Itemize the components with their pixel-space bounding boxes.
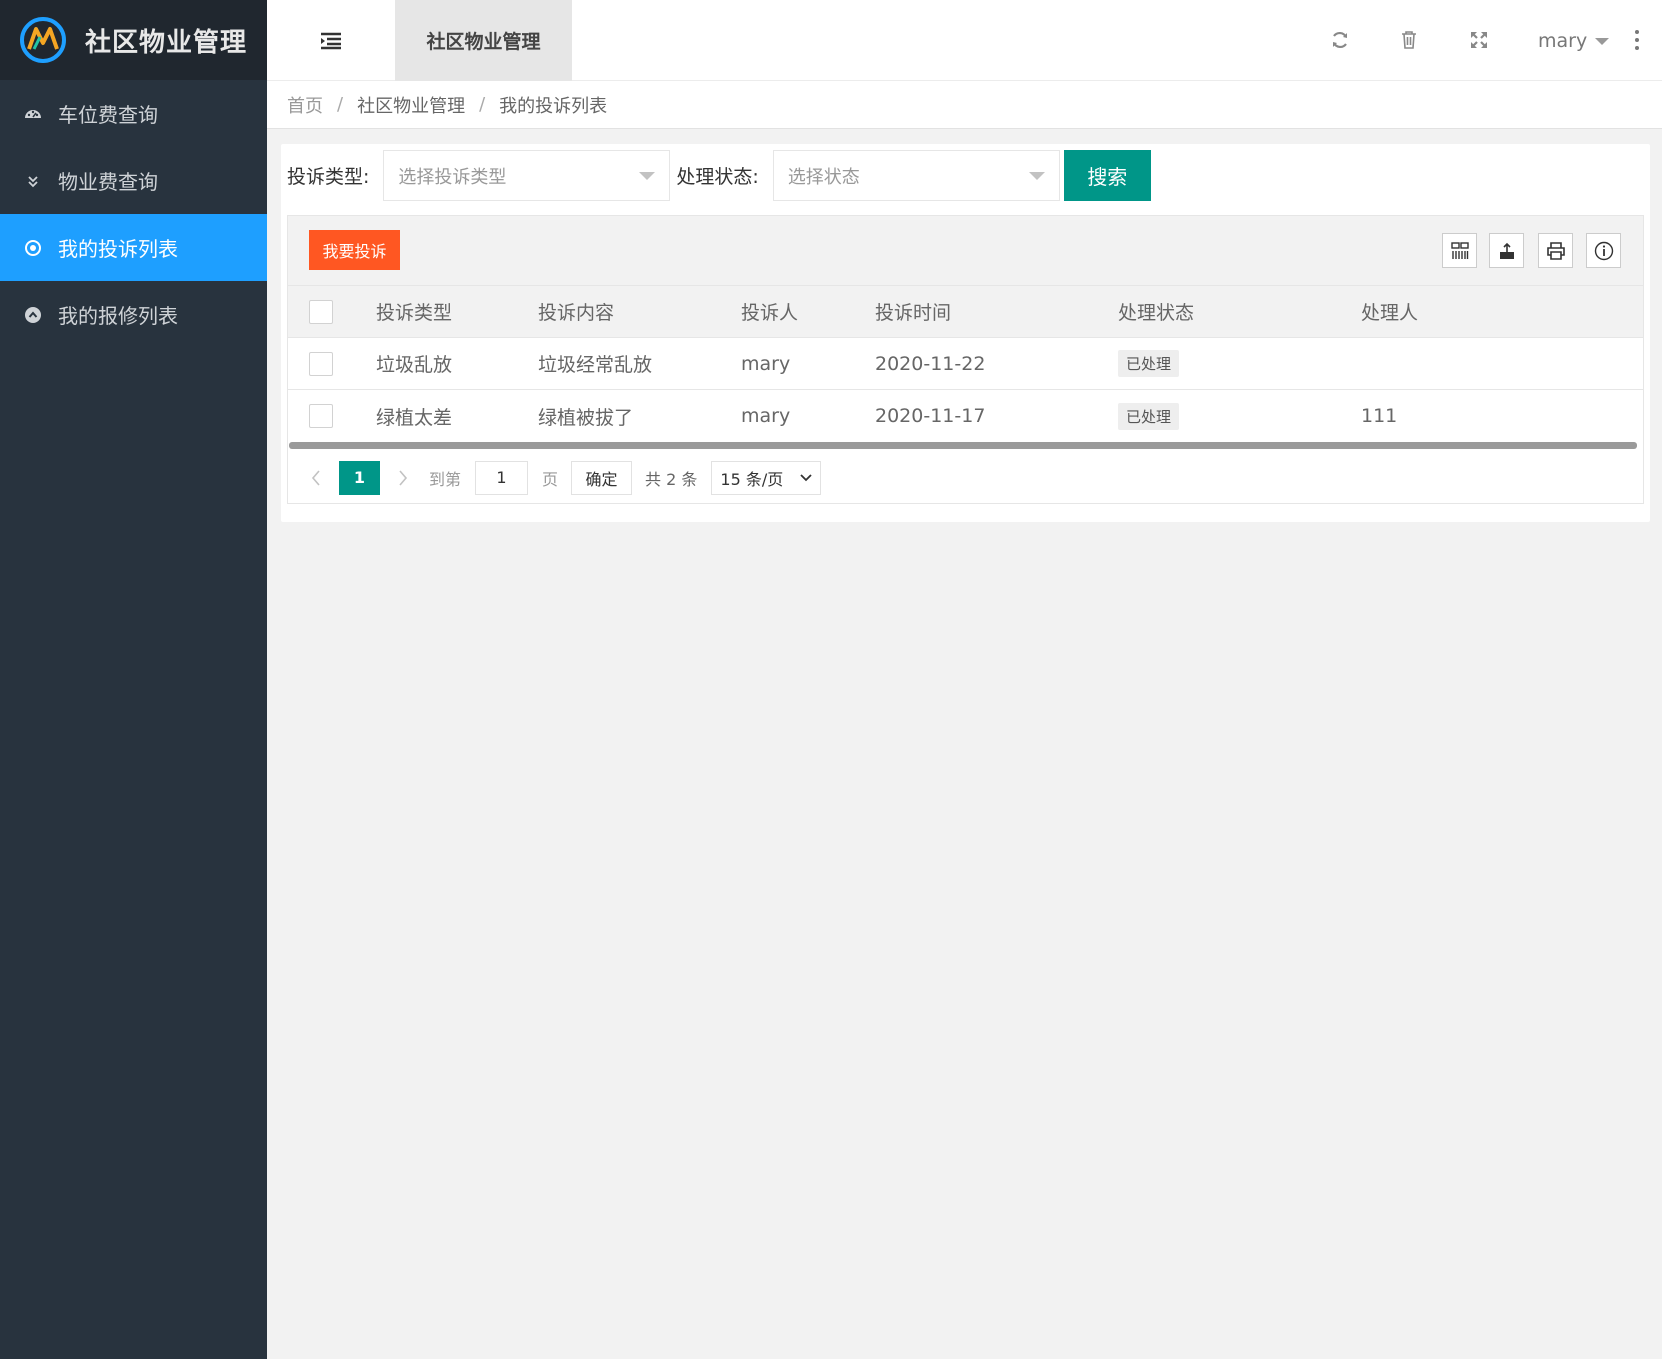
menu-toggle-icon[interactable]: [267, 0, 395, 81]
breadcrumb-separator: /: [337, 94, 344, 115]
confirm-page-button[interactable]: 确定: [571, 460, 633, 495]
search-form: 投诉类型: 选择投诉类型 处理状态: 选择状态 搜索: [287, 150, 1151, 201]
status-placeholder: 选择状态: [787, 166, 860, 188]
cell-time: 2020-11-17: [875, 405, 986, 427]
cell-content: 绿植被拔了: [538, 406, 634, 429]
logo-icon: [18, 15, 68, 65]
total-count: 共 2 条: [645, 469, 698, 489]
file-complaint-button[interactable]: 我要投诉: [309, 230, 400, 270]
current-page[interactable]: 1: [339, 460, 380, 495]
complaint-type-label: 投诉类型:: [287, 166, 370, 188]
row-checkbox[interactable]: [309, 351, 333, 376]
info-icon[interactable]: [1586, 233, 1621, 268]
sidebar-item-property-fee[interactable]: 物业费查询: [0, 147, 267, 214]
cell-person: mary: [741, 352, 791, 375]
sidebar-item-label: 我的报修列表: [58, 304, 178, 328]
double-chevron-down-icon: [24, 172, 42, 190]
caret-down-icon: [639, 171, 656, 180]
prev-page-icon[interactable]: [306, 468, 326, 488]
dashboard-icon: [24, 105, 42, 123]
caret-down-icon: [1595, 38, 1610, 45]
cell-handler: 111: [1361, 405, 1398, 427]
page-size-select[interactable]: 15 条/页: [711, 460, 822, 495]
page-unit-label: 页: [542, 469, 559, 489]
column-header[interactable]: 处理人: [1361, 286, 1418, 337]
page-size-value: 15 条/页: [720, 469, 784, 489]
sidebar-item-my-complaints[interactable]: 我的投诉列表: [0, 214, 267, 281]
page-number-input[interactable]: 1: [475, 460, 529, 495]
sidebar-item-label: 车位费查询: [58, 103, 158, 127]
search-button[interactable]: 搜索: [1063, 150, 1151, 201]
breadcrumb-current: 我的投诉列表: [499, 95, 608, 117]
status-select[interactable]: 选择状态: [772, 150, 1060, 201]
column-header[interactable]: 投诉人: [741, 286, 798, 337]
next-page-icon[interactable]: [393, 468, 413, 488]
complaints-table: 我要投诉 投诉类型 投诉内容 投诉人 投诉时间 处理状态 处理人 垃圾乱放 垃圾…: [287, 215, 1644, 504]
select-all-checkbox[interactable]: [309, 299, 333, 324]
app-title: 社区物业管理: [85, 27, 248, 58]
tab-community-management[interactable]: 社区物业管理: [395, 0, 572, 81]
pagination: 1 到第 1 页 确定 共 2 条 15 条/页: [288, 452, 1643, 503]
logo-area: 社区物业管理: [0, 0, 267, 80]
sidebar-item-label: 我的投诉列表: [58, 237, 178, 261]
status-badge: 已处理: [1118, 350, 1180, 377]
column-header[interactable]: 处理状态: [1118, 286, 1194, 337]
breadcrumb-section[interactable]: 社区物业管理: [357, 92, 465, 118]
complaint-type-select[interactable]: 选择投诉类型: [383, 150, 671, 201]
status-label: 处理状态:: [676, 166, 759, 188]
cell-time: 2020-11-22: [875, 352, 986, 375]
status-badge: 已处理: [1118, 402, 1180, 430]
fullscreen-icon[interactable]: [1465, 26, 1493, 54]
top-header: 社区物业管理 mary: [267, 0, 1662, 81]
chevron-down-icon: [800, 473, 813, 481]
print-icon[interactable]: [1538, 233, 1573, 268]
table-header: 投诉类型 投诉内容 投诉人 投诉时间 处理状态 处理人: [288, 286, 1643, 338]
main-card: 投诉类型: 选择投诉类型 处理状态: 选择状态 搜索 我要投诉 投诉类型 投诉内…: [281, 144, 1650, 522]
breadcrumb-home[interactable]: 首页: [287, 92, 323, 118]
refresh-icon[interactable]: [1326, 26, 1354, 54]
table-row[interactable]: 绿植太差 绿植被拔了 mary 2020-11-17 已处理 111: [288, 390, 1643, 442]
breadcrumb: 首页 / 社区物业管理 / 我的投诉列表: [267, 81, 1662, 129]
chevron-up-circle-icon: [24, 306, 42, 324]
user-menu[interactable]: mary: [1538, 0, 1610, 81]
cell-person: mary: [741, 405, 791, 427]
complaint-type-placeholder: 选择投诉类型: [398, 166, 507, 188]
horizontal-scrollbar[interactable]: [289, 442, 1637, 449]
radio-circle-icon: [24, 239, 42, 257]
cell-type: 绿植太差: [376, 406, 453, 429]
cell-content: 垃圾经常乱放: [538, 354, 653, 376]
table-toolbar: 我要投诉: [288, 216, 1643, 286]
column-header[interactable]: 投诉内容: [538, 286, 614, 337]
columns-icon[interactable]: [1442, 233, 1477, 268]
sidebar-item-my-repairs[interactable]: 我的报修列表: [0, 281, 267, 348]
more-vertical-icon[interactable]: [1631, 28, 1643, 52]
sidebar-item-parking-fee[interactable]: 车位费查询: [0, 80, 267, 147]
column-header[interactable]: 投诉类型: [376, 286, 452, 337]
caret-down-icon: [1028, 171, 1045, 180]
column-header[interactable]: 投诉时间: [875, 286, 951, 337]
sidebar-item-label: 物业费查询: [58, 170, 158, 194]
goto-label: 到第: [429, 469, 462, 489]
table-row[interactable]: 垃圾乱放 垃圾经常乱放 mary 2020-11-22 已处理: [288, 338, 1643, 390]
trash-icon[interactable]: [1395, 26, 1423, 54]
cell-type: 垃圾乱放: [376, 354, 453, 376]
row-checkbox[interactable]: [309, 404, 333, 428]
breadcrumb-separator: /: [479, 94, 486, 115]
sidebar: 社区物业管理 车位费查询 物业费查询 我的投诉列表 我的报修列表: [0, 0, 267, 1359]
user-name: mary: [1538, 29, 1588, 52]
export-icon[interactable]: [1489, 233, 1524, 268]
